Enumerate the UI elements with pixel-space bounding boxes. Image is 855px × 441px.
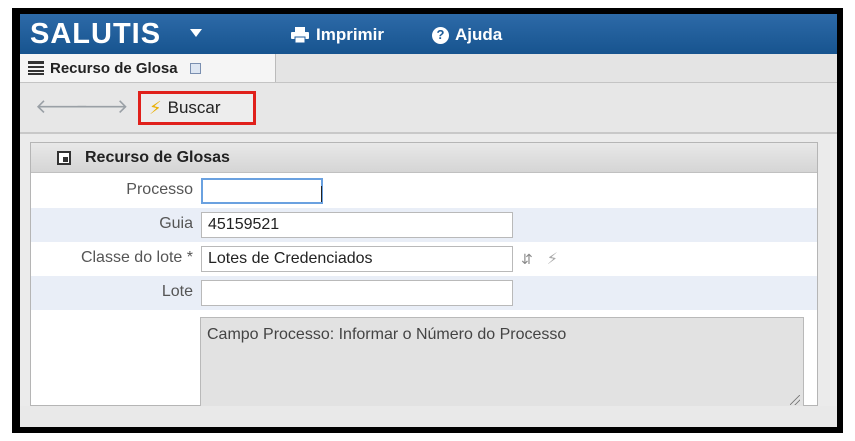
brand-menu-caret-icon[interactable]	[190, 29, 202, 37]
classe-lote-label: Classe do lote *	[80, 249, 193, 266]
row-processo: Processo	[31, 174, 817, 208]
top-bar: SALUTIS Imprimir ? Ajuda	[20, 14, 837, 54]
panel-title: Recurso de Glosas	[85, 148, 230, 166]
help-button[interactable]: ? Ajuda	[432, 25, 502, 45]
print-label: Imprimir	[316, 25, 385, 44]
app-brand[interactable]: SALUTIS	[30, 17, 161, 51]
lote-label: Lote	[161, 283, 193, 300]
tab-label: Recurso de Glosa	[50, 59, 178, 77]
classe-lote-controls: ⇵ ⚡︎	[521, 249, 558, 269]
row-lote: Lote	[31, 276, 817, 310]
help-icon: ?	[432, 26, 449, 44]
sort-updown-icon[interactable]: ⇵	[521, 251, 533, 268]
print-button[interactable]: Imprimir	[290, 25, 384, 45]
panel-header: Recurso de Glosas	[31, 143, 817, 173]
search-button[interactable]: ⚡︎ Buscar	[138, 91, 256, 125]
note-textarea[interactable]: Campo Processo: Informar o Número do Pro…	[200, 317, 804, 409]
help-label: Ajuda	[455, 25, 503, 44]
processo-label: Processo	[126, 181, 193, 198]
tab-close-icon[interactable]	[189, 62, 201, 74]
note-text: Campo Processo: Informar o Número do Pro…	[207, 326, 567, 343]
tab-recurso-de-glosa[interactable]: Recurso de Glosa	[20, 54, 276, 82]
forward-arrow-icon[interactable]: 🡒	[75, 97, 129, 117]
app-window: SALUTIS Imprimir ? Ajuda Recurso de Glos…	[20, 14, 837, 427]
list-icon	[28, 61, 44, 75]
toolbar: 🡐 🡒 ⚡︎ Buscar	[20, 83, 837, 134]
guia-input[interactable]: 45159521	[201, 212, 513, 238]
text-cursor	[321, 186, 322, 202]
row-guia: Guia 45159521	[31, 208, 817, 242]
bottom-strip	[20, 406, 837, 427]
lote-input[interactable]	[201, 280, 513, 306]
row-classe-lote: Classe do lote * Lotes de Credenciados ⇵…	[31, 242, 817, 276]
printer-icon	[291, 27, 309, 43]
panel-window-icon[interactable]	[57, 150, 71, 165]
search-label: Buscar	[167, 98, 221, 117]
resize-grip-icon[interactable]	[790, 395, 800, 405]
classe-lote-select[interactable]: Lotes de Credenciados	[201, 246, 513, 272]
lightning-search-icon[interactable]: ⚡︎	[547, 249, 558, 269]
tab-bar: Recurso de Glosa	[20, 54, 837, 83]
guia-label: Guia	[159, 215, 193, 232]
lightning-icon: ⚡︎	[149, 97, 162, 118]
processo-input[interactable]	[201, 178, 323, 204]
